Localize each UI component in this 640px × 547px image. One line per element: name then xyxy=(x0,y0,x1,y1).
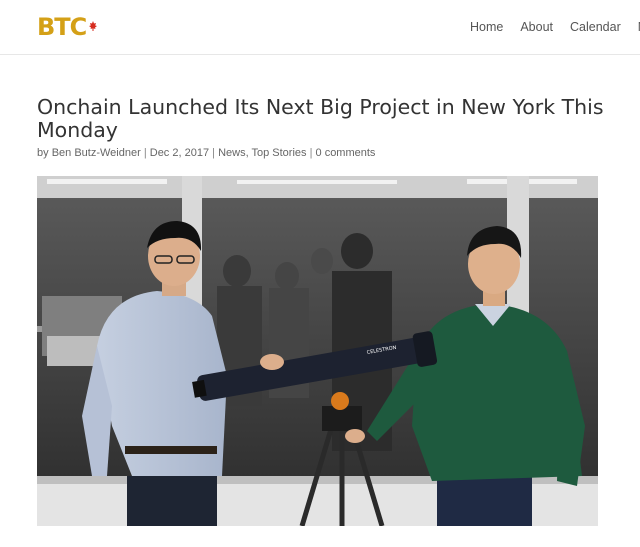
post-date: Dec 2, 2017 xyxy=(149,147,210,159)
meta-by: by xyxy=(37,147,49,159)
meta-separator: | xyxy=(212,147,215,159)
post-meta: by Ben Butz-Weidner | Dec 2, 2017 | News… xyxy=(37,147,375,159)
site-header: BTC Home About Calendar Ne xyxy=(0,0,640,55)
main-content: Onchain Launched Its Next Big Project in… xyxy=(0,56,640,547)
maple-leaf-icon xyxy=(86,19,100,33)
comments-link[interactable]: 0 comments xyxy=(316,147,376,159)
nav-calendar[interactable]: Calendar xyxy=(570,20,621,34)
author-link[interactable]: Ben Butz-Weidner xyxy=(52,147,141,159)
logo-text: BTC xyxy=(37,13,87,41)
featured-image: CELESTRON xyxy=(37,176,598,526)
meta-separator: | xyxy=(309,147,313,159)
site-logo[interactable]: BTC xyxy=(37,11,100,43)
meta-separator: | xyxy=(143,147,147,159)
nav-home[interactable]: Home xyxy=(470,20,503,34)
category-link-news[interactable]: News xyxy=(218,147,246,159)
nav-about[interactable]: About xyxy=(520,20,553,34)
category-link-top-stories[interactable]: Top Stories xyxy=(252,147,307,159)
category-separator: , xyxy=(245,147,249,159)
post-title: Onchain Launched Its Next Big Project in… xyxy=(37,95,604,142)
main-nav: Home About Calendar Ne xyxy=(470,20,640,34)
